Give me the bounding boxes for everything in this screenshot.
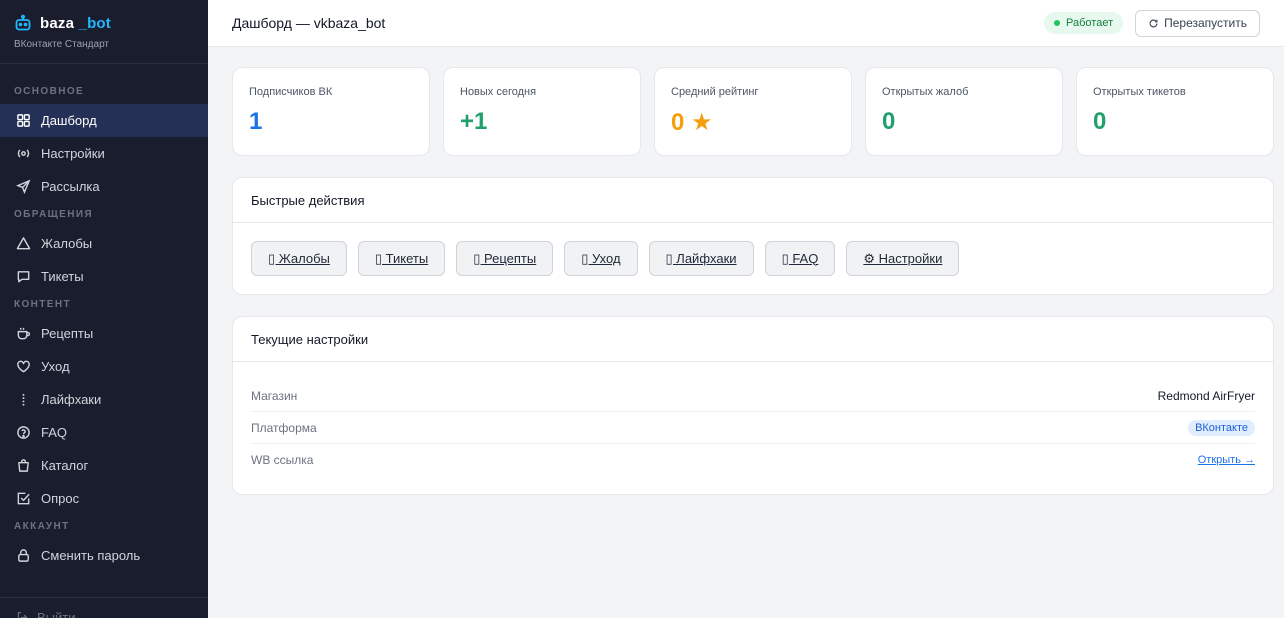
stat-label: Открытых тикетов	[1093, 86, 1186, 98]
sidebar-item-label: FAQ	[41, 425, 68, 440]
setting-value: Redmond AirFryer	[1157, 388, 1255, 403]
sidebar-item-care[interactable]: Уход	[0, 350, 208, 383]
section-title-requests: ОБРАЩЕНИЯ	[14, 209, 94, 220]
status-badge: Работает	[1044, 12, 1124, 34]
stat-card-open-complaints: Открытых жалоб 0	[865, 67, 1063, 156]
sidebar-item-tickets[interactable]: Тикеты	[0, 260, 208, 293]
sidebar: baza _bot ВКонтакте Стандарт ОСНОВНОЕ Да…	[0, 0, 208, 618]
status-dot-icon	[1054, 20, 1061, 26]
sidebar-item-label: Уход	[41, 359, 70, 374]
panel-title: Быстрые действия	[233, 178, 1273, 223]
setting-row-wb-link: WB ссылка Открыть →	[251, 444, 1255, 476]
sidebar-item-recipes[interactable]: Рецепты	[0, 317, 208, 350]
panel-title: Текущие настройки	[233, 317, 1273, 362]
stat-value: 0	[1093, 108, 1107, 135]
stat-label: Подписчиков ВК	[249, 86, 333, 98]
stat-value: 0	[882, 108, 896, 135]
grid-icon	[17, 114, 30, 127]
setting-key: WB ссылка	[251, 453, 314, 467]
sidebar-item-label: Жалобы	[41, 236, 93, 251]
question-circle-icon	[17, 426, 30, 439]
logout-icon	[17, 612, 28, 618]
sidebar-item-label: Сменить пароль	[41, 548, 141, 563]
section-title-account: АККАУНТ	[14, 521, 70, 532]
sidebar-item-complaints[interactable]: Жалобы	[0, 227, 208, 260]
restart-label: Перезапустить	[1164, 16, 1247, 30]
setting-row-platform: Платформа ВКонтакте	[251, 412, 1255, 444]
brand: baza _bot ВКонтакте Стандарт	[0, 0, 208, 64]
radio-waves-icon	[17, 149, 30, 158]
refresh-icon	[1149, 19, 1158, 27]
sidebar-item-label: Опрос	[41, 491, 80, 506]
sidebar-item-broadcast[interactable]: Рассылка	[0, 170, 208, 203]
status-text: Работает	[1066, 17, 1114, 29]
page-title: Дашборд — vkbaza_bot	[232, 15, 386, 31]
quick-actions-panel: Быстрые действия ▯ Жалобы ▯ Тикеты ▯ Рец…	[232, 177, 1274, 295]
sidebar-item-label: Настройки	[41, 146, 105, 161]
section-title-main: ОСНОВНОЕ	[14, 86, 85, 97]
restart-button[interactable]: Перезапустить	[1135, 9, 1260, 37]
sidebar-item-label: Тикеты	[41, 269, 84, 284]
logout-button[interactable]: Выйти	[0, 597, 208, 618]
wb-open-link[interactable]: Открыть →	[1198, 454, 1255, 466]
stats-row: Подписчиков ВК 1 Новых сегодня +1 Средни…	[232, 67, 1274, 156]
lock-icon	[18, 549, 29, 562]
sidebar-item-label: Дашборд	[41, 113, 97, 128]
stat-label: Средний рейтинг	[671, 86, 759, 98]
stat-label: Открытых жалоб	[882, 86, 969, 98]
brand-name: baza _bot	[40, 14, 111, 32]
action-button-care[interactable]: ▯ Уход	[564, 241, 638, 276]
brand-subtitle: ВКонтакте Стандарт	[14, 39, 109, 50]
setting-key: Платформа	[251, 420, 317, 435]
shopping-bag-icon	[18, 459, 29, 472]
stat-card-avg-rating: Средний рейтинг 0 ★	[654, 67, 852, 156]
action-button-lifehacks[interactable]: ▯ Лайфхаки	[648, 241, 754, 276]
action-button-faq[interactable]: ▯ FAQ	[764, 241, 836, 276]
sidebar-item-survey[interactable]: Опрос	[0, 482, 208, 515]
stat-label: Новых сегодня	[460, 86, 537, 98]
sidebar-item-label: Каталог	[41, 458, 89, 473]
stat-card-new-today: Новых сегодня +1	[443, 67, 641, 156]
sidebar-item-catalog[interactable]: Каталог	[0, 449, 208, 482]
sidebar-item-lifehacks[interactable]: Лайфхаки	[0, 383, 208, 416]
stat-card-subscribers: Подписчиков ВК 1	[232, 67, 430, 156]
check-square-icon	[17, 492, 30, 505]
section-title-content: КОНТЕНТ	[14, 299, 72, 310]
paper-plane-icon	[16, 179, 31, 194]
cup-icon	[17, 327, 31, 340]
quick-actions: ▯ Жалобы ▯ Тикеты ▯ Рецепты ▯ Уход ▯ Лай…	[233, 223, 1273, 294]
top-header: Дашборд — vkbaza_bot Работает Перезапуст…	[208, 0, 1284, 47]
main-content: Подписчиков ВК 1 Новых сегодня +1 Средни…	[232, 67, 1274, 495]
stat-value: 1	[249, 108, 263, 135]
chat-bubble-icon	[17, 271, 30, 283]
sidebar-item-label: Лайфхаки	[41, 392, 102, 407]
dotted-line-icon	[22, 393, 25, 406]
platform-badge: ВКонтакте	[1188, 419, 1255, 436]
warning-triangle-icon	[16, 237, 31, 250]
setting-row-shop: Магазин Redmond AirFryer	[251, 380, 1255, 412]
action-button-tickets[interactable]: ▯ Тикеты	[357, 241, 446, 276]
sidebar-item-settings[interactable]: Настройки	[0, 137, 208, 170]
sidebar-item-change-password[interactable]: Сменить пароль	[0, 539, 208, 572]
setting-key: Магазин	[251, 388, 298, 403]
robot-icon	[15, 14, 31, 31]
heart-icon	[17, 360, 30, 373]
sidebar-item-dashboard[interactable]: Дашборд	[0, 104, 208, 137]
action-button-settings[interactable]: ⚙ Настройки	[846, 241, 960, 276]
sidebar-item-label: Рецепты	[41, 326, 94, 341]
stat-value: +1	[460, 108, 488, 135]
logout-label: Выйти	[37, 610, 76, 618]
stat-card-open-tickets: Открытых тикетов 0	[1076, 67, 1274, 156]
stat-value: 0 ★	[671, 109, 713, 136]
sidebar-item-faq[interactable]: FAQ	[0, 416, 208, 449]
action-button-recipes[interactable]: ▯ Рецепты	[456, 241, 554, 276]
action-button-complaints[interactable]: ▯ Жалобы	[251, 241, 347, 276]
current-settings-panel: Текущие настройки Магазин Redmond AirFry…	[232, 316, 1274, 495]
sidebar-item-label: Рассылка	[41, 179, 100, 194]
